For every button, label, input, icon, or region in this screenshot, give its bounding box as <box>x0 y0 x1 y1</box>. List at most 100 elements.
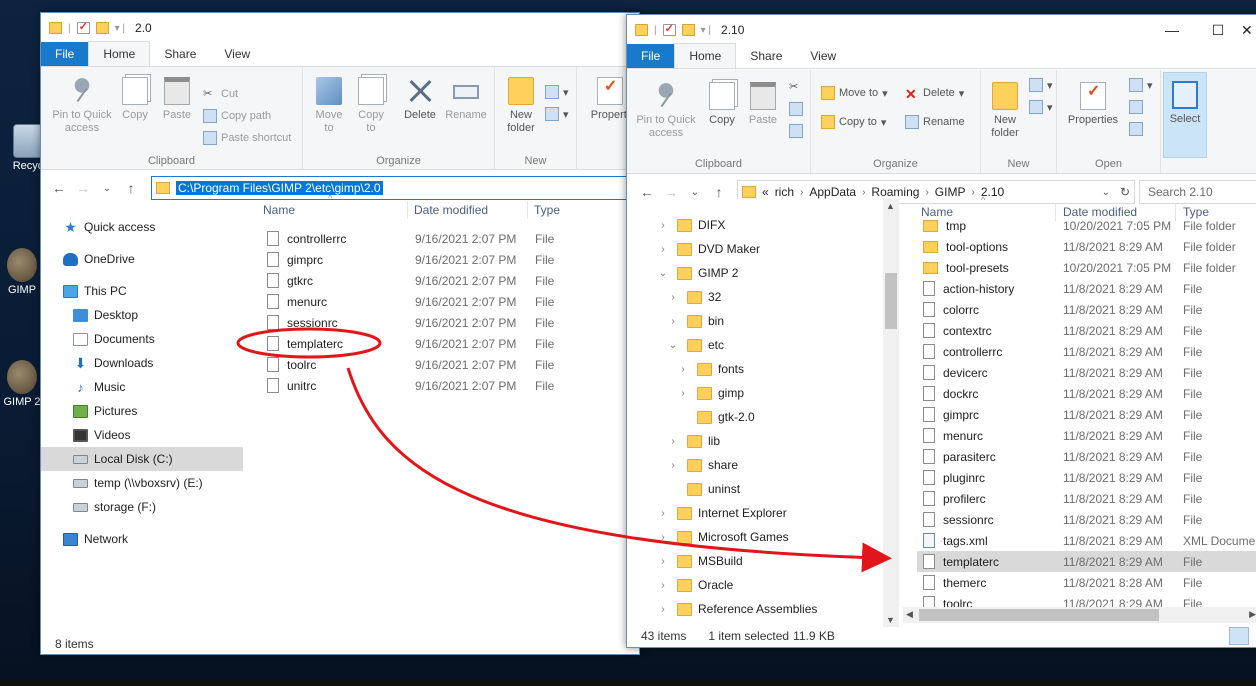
folder-row[interactable]: tool-presets 10/20/2021 7:05 PM File folde… <box>917 257 1256 278</box>
properties-quick-icon[interactable] <box>76 20 90 34</box>
file-row[interactable]: dockrc 11/8/2021 8:29 AM File <box>917 383 1256 404</box>
nav-item[interactable]: OneDrive <box>41 247 243 271</box>
file-icon <box>923 386 935 401</box>
address-path[interactable]: C:\Program Files\GIMP 2\etc\gimp\2.0 <box>176 181 383 195</box>
scroll-down-icon[interactable]: ▼ <box>886 615 895 625</box>
nav-item[interactable]: This PC <box>41 279 243 303</box>
file-row[interactable]: contextrc 11/8/2021 8:29 AM File <box>917 320 1256 341</box>
file-row[interactable]: templaterc 9/16/2021 2:07 PM File <box>263 333 623 354</box>
nav-item[interactable]: ⬇ Downloads <box>41 351 243 375</box>
move-to-button[interactable]: Move to <box>311 77 347 135</box>
file-row[interactable]: toolrc 9/16/2021 2:07 PM File <box>263 354 623 375</box>
nav-item[interactable]: ♪ Music <box>41 375 243 399</box>
new-folder-quick-icon[interactable] <box>95 22 109 34</box>
file-row[interactable]: themerc 11/8/2021 8:28 AM File <box>917 572 1256 593</box>
file-type: File <box>535 231 555 246</box>
nav-item[interactable]: temp (\\vboxsrv) (E:) <box>41 471 243 495</box>
file-date: 10/20/2021 7:05 PM <box>1063 260 1172 275</box>
copy-to-icon <box>358 77 384 105</box>
file-icon <box>923 365 935 380</box>
file-list-hscrollbar[interactable]: ◀ ▶ <box>903 607 1256 623</box>
file-row[interactable]: profilerc 11/8/2021 8:29 AM File <box>917 488 1256 509</box>
column-header-type[interactable]: Type <box>534 199 560 221</box>
delete-button[interactable]: Delete <box>397 77 443 122</box>
nav-item[interactable]: ★ Quick access <box>41 215 243 239</box>
file-row[interactable]: menurc 11/8/2021 8:29 AM File <box>917 425 1256 446</box>
music-icon: ♪ <box>77 379 84 395</box>
file-name: profilerc <box>943 491 986 506</box>
address-bar[interactable]: C:\Program Files\GIMP 2\etc\gimp\2.0 <box>151 176 639 200</box>
file-icon <box>923 554 935 569</box>
file-name: gimprc <box>287 252 324 267</box>
file-type: File <box>535 273 555 288</box>
file-name: templaterc <box>943 554 1000 569</box>
tab-share[interactable]: Share <box>150 42 210 66</box>
file-row[interactable]: controllerrc 11/8/2021 8:29 AM File <box>917 341 1256 362</box>
recent-locations-icon[interactable]: ⌄ <box>95 183 119 194</box>
copy-path-button[interactable]: Copy path <box>203 107 271 125</box>
column-header-date[interactable]: Date modified <box>414 199 488 221</box>
nav-item[interactable]: Videos <box>41 423 243 447</box>
paste-button[interactable]: Paste <box>159 77 195 122</box>
up-arrow-icon[interactable]: ↑ <box>119 180 143 196</box>
file-row[interactable]: gtkrc 9/16/2021 2:07 PM File <box>263 270 623 291</box>
new-item-button[interactable]: ▾ <box>545 83 569 101</box>
scroll-right-icon[interactable]: ▶ <box>1249 609 1256 620</box>
tab-home[interactable]: Home <box>88 41 151 66</box>
folder-row[interactable]: tmp 10/20/2021 7:05 PM File folder <box>917 215 1256 236</box>
forward-arrow-icon[interactable]: → <box>71 180 95 196</box>
desktop-icon <box>73 308 88 322</box>
nav-item-label: Quick access <box>84 220 156 234</box>
file-row[interactable]: sessionrc 11/8/2021 8:29 AM File <box>917 509 1256 530</box>
file-row[interactable]: action-history 11/8/2021 8:29 AM File <box>917 278 1256 299</box>
file-row[interactable]: menurc 9/16/2021 2:07 PM File <box>263 291 623 312</box>
file-name: controllerrc <box>943 344 1003 359</box>
folder-row[interactable]: tool-options 11/8/2021 8:29 AM File folder <box>917 236 1256 257</box>
nav-item[interactable]: Desktop <box>41 303 243 327</box>
file-icon <box>267 273 279 288</box>
desktop-icon-label: GIMP <box>7 284 37 296</box>
copy-to-button[interactable]: Copy to <box>353 77 389 135</box>
file-row[interactable]: controllerrc 9/16/2021 2:07 PM File <box>263 228 623 249</box>
paste-shortcut-button[interactable]: Paste shortcut <box>203 129 291 147</box>
easy-access-button[interactable]: ▾ <box>545 105 569 123</box>
gimp-desktop-icon[interactable]: GIMP <box>0 248 44 296</box>
file-row[interactable]: parasiterc 11/8/2021 8:29 AM File <box>917 446 1256 467</box>
details-view-icon[interactable] <box>1229 627 1249 645</box>
nav-item[interactable]: Pictures <box>41 399 243 423</box>
nav-item[interactable]: storage (F:) <box>41 495 243 519</box>
new-folder-button[interactable]: New folder <box>501 77 541 135</box>
copy-button[interactable]: Copy <box>119 77 151 122</box>
properties-icon <box>597 77 623 105</box>
file-name: tags.xml <box>943 533 988 548</box>
customize-quick-access-icon[interactable]: ▾ | <box>115 23 125 34</box>
file-row[interactable]: unitrc 9/16/2021 2:07 PM File <box>263 375 623 396</box>
file-row[interactable]: devicerc 11/8/2021 8:29 AM File <box>917 362 1256 383</box>
folder-icon <box>49 22 62 34</box>
rename-button[interactable]: Rename <box>443 77 489 122</box>
file-row[interactable]: tags.xml 11/8/2021 8:29 AM XML Documen <box>917 530 1256 551</box>
file-row[interactable]: gimprc 11/8/2021 8:29 AM File <box>917 404 1256 425</box>
file-row[interactable]: templaterc 11/8/2021 8:29 AM File <box>917 551 1256 572</box>
scroll-thumb[interactable] <box>919 609 1159 621</box>
tab-file[interactable]: File <box>41 42 89 66</box>
file-date: 9/16/2021 2:07 PM <box>415 252 517 267</box>
scroll-left-icon[interactable]: ◀ <box>906 609 913 620</box>
taskbar <box>0 680 1256 686</box>
file-row[interactable]: pluginrc 11/8/2021 8:29 AM File <box>917 467 1256 488</box>
pin-to-quick-access-button[interactable]: Pin to Quick access <box>47 77 117 135</box>
tab-view[interactable]: View <box>210 42 264 66</box>
file-type: File <box>1183 386 1203 401</box>
file-date: 11/8/2021 8:29 AM <box>1063 302 1163 317</box>
file-name: contextrc <box>943 323 992 338</box>
nav-item[interactable]: Documents <box>41 327 243 351</box>
file-row[interactable]: colorrc 11/8/2021 8:29 AM File <box>917 299 1256 320</box>
file-row[interactable]: gimprc 9/16/2021 2:07 PM File <box>263 249 623 270</box>
cut-button[interactable]: ✂ Cut <box>203 85 238 103</box>
nav-item[interactable]: Local Disk (C:) <box>41 447 243 471</box>
back-arrow-icon[interactable]: ← <box>47 180 71 196</box>
nav-item[interactable]: Network <box>41 527 243 551</box>
gimp2-desktop-icon[interactable]: GIMP 2 <box>0 360 44 408</box>
column-header-name[interactable]: Name <box>263 199 295 221</box>
file-row[interactable]: sessionrc 9/16/2021 2:07 PM File <box>263 312 623 333</box>
